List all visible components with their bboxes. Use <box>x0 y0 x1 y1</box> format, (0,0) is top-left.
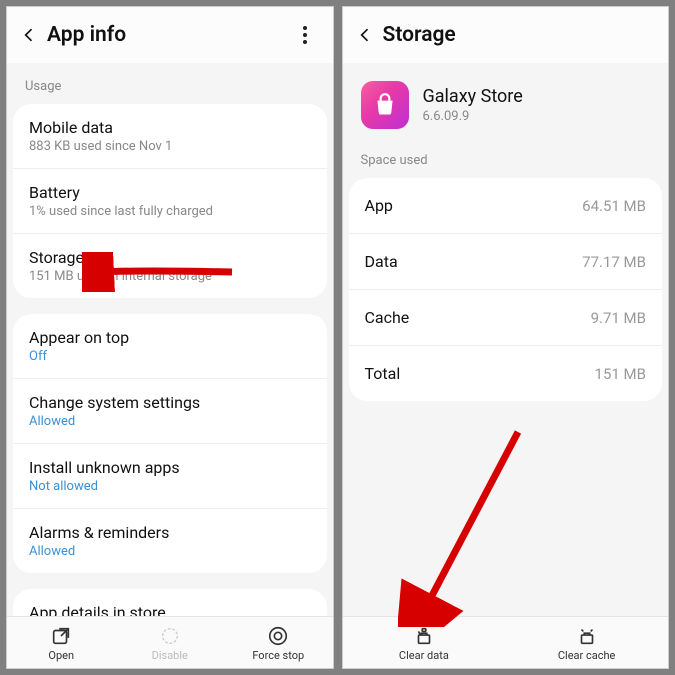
row-value: Not allowed <box>29 479 311 494</box>
page-title: App info <box>47 23 126 47</box>
row-title: App details in store <box>29 603 311 616</box>
row-subtitle: 151 MB used in internal storage <box>29 269 311 284</box>
action-label: Disable <box>152 649 188 662</box>
screen-storage: Storage Galaxy Store 6.6.09.9 Space used… <box>342 6 670 669</box>
clear-data-button[interactable]: Clear data <box>343 617 506 668</box>
row-subtitle: 883 KB used since Nov 1 <box>29 139 311 154</box>
row-install-unknown-apps[interactable]: Install unknown apps Not allowed <box>13 444 327 509</box>
galaxy-store-icon <box>361 81 409 129</box>
back-chevron-icon <box>355 25 375 45</box>
disable-button: Disable <box>116 617 225 668</box>
usage-card: Mobile data 883 KB used since Nov 1 Batt… <box>13 104 327 298</box>
clear-cache-icon <box>576 625 598 647</box>
header: Storage <box>343 7 669 63</box>
screen-app-info: App info Usage Mobile data 883 KB used s… <box>6 6 334 669</box>
action-label: Clear data <box>399 649 449 662</box>
clear-cache-button[interactable]: Clear cache <box>505 617 668 668</box>
stop-icon <box>267 625 289 647</box>
dot-icon <box>303 33 307 37</box>
dot-icon <box>303 26 307 30</box>
permissions-card: Appear on top Off Change system settings… <box>13 314 327 573</box>
action-label: Clear cache <box>558 649 616 662</box>
app-version: 6.6.09.9 <box>423 109 523 124</box>
row-title: Change system settings <box>29 393 311 412</box>
row-storage[interactable]: Storage 151 MB used in internal storage <box>13 234 327 298</box>
kv-cache: Cache 9.71 MB <box>349 290 663 346</box>
kv-key: Data <box>365 252 398 271</box>
row-title: Appear on top <box>29 328 311 347</box>
kv-val: 77.17 MB <box>582 253 646 271</box>
kv-val: 151 MB <box>595 365 646 383</box>
section-label-space: Space used <box>343 137 669 178</box>
row-value: Allowed <box>29 414 311 429</box>
row-value: Off <box>29 349 311 364</box>
back-button[interactable] <box>15 21 43 49</box>
back-chevron-icon <box>19 25 39 45</box>
force-stop-button[interactable]: Force stop <box>224 617 333 668</box>
kv-key: Cache <box>365 308 410 327</box>
row-appear-on-top[interactable]: Appear on top Off <box>13 314 327 379</box>
app-header: Galaxy Store 6.6.09.9 <box>343 63 669 137</box>
clear-data-icon <box>413 625 435 647</box>
kv-app: App 64.51 MB <box>349 178 663 234</box>
row-title: Storage <box>29 248 311 267</box>
kv-total: Total 151 MB <box>349 346 663 401</box>
row-title: Battery <box>29 183 311 202</box>
kv-key: App <box>365 196 393 215</box>
row-change-system-settings[interactable]: Change system settings Allowed <box>13 379 327 444</box>
row-mobile-data[interactable]: Mobile data 883 KB used since Nov 1 <box>13 104 327 169</box>
row-title: Alarms & reminders <box>29 523 311 542</box>
row-title: Mobile data <box>29 118 311 137</box>
disable-icon <box>159 625 181 647</box>
app-name: Galaxy Store <box>423 86 523 107</box>
details-card: App details in store <box>13 589 327 616</box>
kv-data: Data 77.17 MB <box>349 234 663 290</box>
section-label-usage: Usage <box>7 63 333 104</box>
action-bar: Clear data Clear cache <box>343 616 669 668</box>
more-menu-button[interactable] <box>293 23 317 47</box>
page-title: Storage <box>383 23 456 47</box>
kv-val: 9.71 MB <box>591 309 646 327</box>
action-bar: Open Disable Force stop <box>7 616 333 668</box>
open-icon <box>50 625 72 647</box>
dot-icon <box>303 40 307 44</box>
row-battery[interactable]: Battery 1% used since last fully charged <box>13 169 327 234</box>
row-subtitle: 1% used since last fully charged <box>29 204 311 219</box>
open-button[interactable]: Open <box>7 617 116 668</box>
kv-val: 64.51 MB <box>582 197 646 215</box>
action-label: Force stop <box>252 649 304 662</box>
row-value: Allowed <box>29 544 311 559</box>
back-button[interactable] <box>351 21 379 49</box>
row-title: Install unknown apps <box>29 458 311 477</box>
action-label: Open <box>48 649 74 662</box>
row-app-details-store[interactable]: App details in store <box>13 589 327 616</box>
space-used-card: App 64.51 MB Data 77.17 MB Cache 9.71 MB… <box>349 178 663 401</box>
row-alarms-reminders[interactable]: Alarms & reminders Allowed <box>13 509 327 573</box>
header: App info <box>7 7 333 63</box>
kv-key: Total <box>365 364 401 383</box>
